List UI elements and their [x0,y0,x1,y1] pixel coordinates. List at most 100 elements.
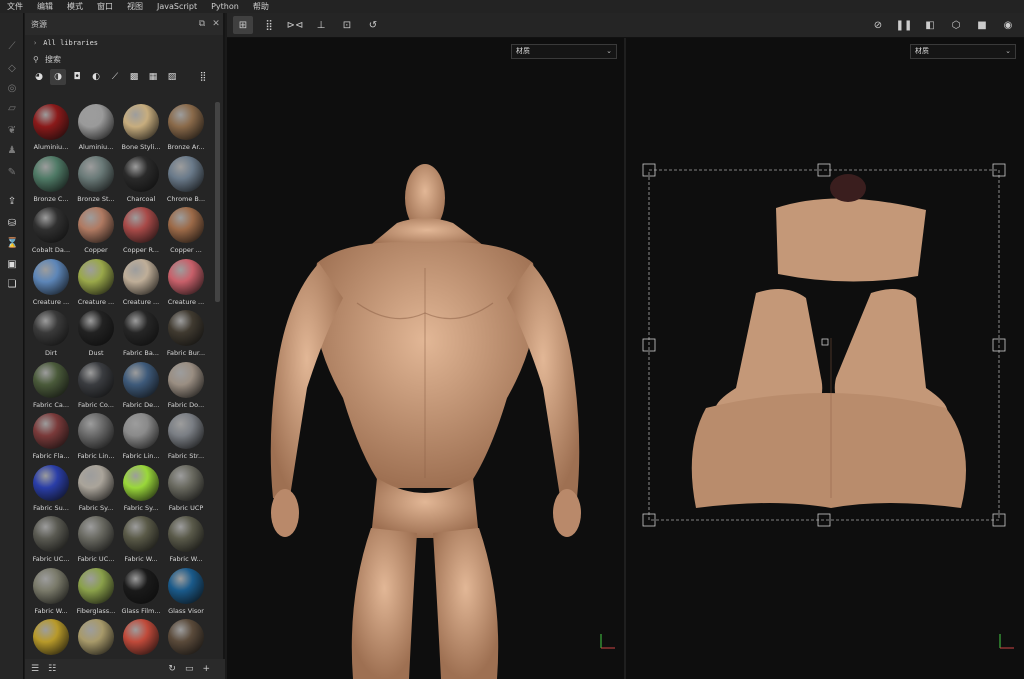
filter-materials-icon[interactable]: ◑ [50,69,66,85]
material-thumbnail[interactable]: Fabric Sy... [119,463,163,515]
material-preview-sphere [78,516,114,552]
pause-icon[interactable]: ❚❚ [894,16,914,34]
material-thumbnail[interactable]: Fabric Ba... [119,308,163,360]
filter-brushes-icon[interactable]: ⟋ [107,69,123,85]
clone-stamp-icon[interactable]: ♟ [6,145,18,157]
material-thumbnail[interactable]: Copper [74,205,118,257]
material-thumbnail[interactable]: Fabric Do... [164,360,208,412]
viewport-2d[interactable]: 材质 ⌄ [626,38,1024,679]
popout-icon[interactable]: ⧉ [195,19,209,29]
material-thumbnail[interactable]: Charcoal [119,154,163,206]
material-thumbnail[interactable]: Fabric Lin... [74,411,118,463]
material-thumbnail[interactable]: Dust [74,308,118,360]
material-thumbnail[interactable]: Copper ... [164,205,208,257]
menu-help[interactable]: 帮助 [246,1,276,12]
material-thumbnail[interactable]: Bone Styli... [119,102,163,154]
filter-smart-materials-icon[interactable]: ◕ [31,69,47,85]
material-thumbnail[interactable]: Glass Film... [119,566,163,618]
save-filter-icon[interactable]: ☷ [48,664,56,674]
material-thumbnail[interactable]: Fabric Lin... [119,411,163,463]
material-thumbnail[interactable]: Fabric W... [29,566,73,618]
record-icon[interactable]: ■ [972,16,992,34]
export-icon[interactable]: ⇪ [6,196,18,208]
material-thumbnail[interactable]: Fabric Ca... [29,360,73,412]
eraser-icon[interactable]: ◇ [6,63,18,75]
material-thumbnail[interactable]: Fiberglass... [74,566,118,618]
projection-icon[interactable]: ◎ [6,83,18,95]
library-selector[interactable]: › All libraries [25,35,223,51]
refresh-icon[interactable]: ↻ [168,664,176,674]
material-thumbnail[interactable]: Bronze C... [29,154,73,206]
layout-grid-icon[interactable]: ⣿ [259,16,279,34]
display-settings-icon[interactable]: ❏ [6,279,18,291]
menu-window[interactable]: 窗口 [90,1,120,12]
material-thumbnail[interactable]: Fabric Sy... [74,463,118,515]
texture-set-icon[interactable]: ▣ [6,259,18,271]
material-thumbnail[interactable]: Fabric Su... [29,463,73,515]
material-thumbnail[interactable]: Fabric Fla... [29,411,73,463]
mirror-icon[interactable]: ⊳⊲ [285,16,305,34]
filter-textures-icon[interactable]: ▦ [145,69,161,85]
add-icon[interactable]: + [202,664,210,674]
material-thumbnail[interactable]: Fabric Bur... [164,308,208,360]
camera-mode-icon[interactable]: ⬡ [946,16,966,34]
material-thumbnail[interactable]: Fabric UC... [74,514,118,566]
menu-edit[interactable]: 编辑 [30,1,60,12]
layout-single-icon[interactable]: ⊞ [233,16,253,34]
material-thumbnail[interactable]: Creature ... [164,257,208,309]
material-thumbnail[interactable]: Fabric UCP [164,463,208,515]
screenshot-icon[interactable]: ◉ [998,16,1018,34]
material-thumbnail[interactable]: Glass Visor [164,566,208,618]
material-thumbnail[interactable]: Dirt [29,308,73,360]
material-thumbnail[interactable]: Copper R... [119,205,163,257]
material-name: Creature ... [32,297,70,306]
smudge-icon[interactable]: ❦ [6,125,18,137]
scrollbar[interactable] [215,102,220,302]
fit-view-icon[interactable]: ⊡ [337,16,357,34]
channel-dropdown-2d[interactable]: 材质 ⌄ [910,44,1016,59]
filter-smart-masks-icon[interactable]: ◘ [69,69,85,85]
material-thumbnail[interactable]: Fabric W... [119,514,163,566]
material-thumbnail[interactable]: Bronze Ar... [164,102,208,154]
menu-javascript[interactable]: JavaScript [150,2,204,11]
material-thumbnail[interactable]: Creature ... [29,257,73,309]
menu-view[interactable]: 视图 [120,1,150,12]
filter-filters-icon[interactable]: ◐ [88,69,104,85]
filter-environments-icon[interactable]: ▨ [164,69,180,85]
paint-brush-icon[interactable]: ⟋ [6,41,18,53]
hide-ui-icon[interactable]: ⊘ [868,16,888,34]
grid-view-icon[interactable]: ⣿ [195,69,211,85]
filter-list-icon[interactable]: ☰ [31,664,39,674]
material-thumbnail[interactable]: Fabric De... [119,360,163,412]
material-thumbnail[interactable]: Aluminiu... [74,102,118,154]
menu-mode[interactable]: 模式 [60,1,90,12]
material-name: Fabric UC... [77,555,115,563]
bake-icon[interactable]: ⛁ [6,218,18,230]
menu-file[interactable]: 文件 [0,1,30,12]
material-thumbnail[interactable]: Cobalt Da... [29,205,73,257]
symmetry-icon[interactable]: ⊥ [311,16,331,34]
material-thumbnail[interactable]: Fabric UC... [29,514,73,566]
new-folder-icon[interactable]: ▭ [185,664,194,674]
material-thumbnail[interactable]: Aluminiu... [29,102,73,154]
color-picker-icon[interactable]: ✎ [6,167,18,179]
viewport-3d[interactable]: 材质 ⌄ [227,38,624,679]
close-icon[interactable]: ✕ [209,19,223,29]
material-thumbnail[interactable]: Fabric W... [164,514,208,566]
material-thumbnail[interactable]: Chrome B... [164,154,208,206]
split-view-icon[interactable]: ◧ [920,16,940,34]
search-bar[interactable]: ⚲ 搜索 [25,51,223,67]
material-preview-sphere [123,567,159,604]
material-thumbnail[interactable]: Creature ... [119,257,163,309]
filter-procedurals-icon[interactable]: ▩ [126,69,142,85]
material-thumbnail[interactable]: Fabric Str... [164,411,208,463]
polygon-fill-icon[interactable]: ▱ [6,103,18,115]
material-thumbnail[interactable]: Fabric Co... [74,360,118,412]
channel-dropdown-3d[interactable]: 材质 ⌄ [511,44,617,59]
menu-python[interactable]: Python [204,2,246,11]
reset-camera-icon[interactable]: ↺ [363,16,383,34]
search-input[interactable]: 搜索 [45,54,61,65]
material-thumbnail[interactable]: Bronze St... [74,154,118,206]
history-icon[interactable]: ⌛ [6,238,18,250]
material-thumbnail[interactable]: Creature ... [74,257,118,309]
